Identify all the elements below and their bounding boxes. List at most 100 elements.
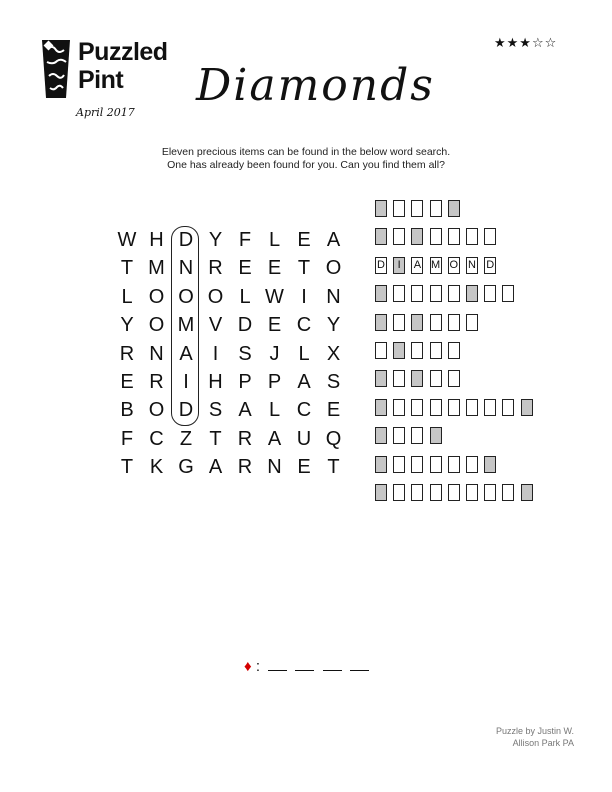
answer-box[interactable] xyxy=(411,313,424,331)
answer-box[interactable] xyxy=(375,484,387,501)
grid-letter: I xyxy=(183,371,189,393)
answer-box[interactable] xyxy=(447,285,460,303)
answer-box[interactable] xyxy=(466,484,478,501)
answer-box[interactable] xyxy=(447,484,460,501)
puzzled-pint-logo: Puzzled Pint April 2017 xyxy=(40,36,170,128)
answer-box[interactable] xyxy=(447,370,460,388)
answer-box[interactable] xyxy=(429,427,442,445)
answer-box[interactable] xyxy=(411,484,424,501)
answer-box[interactable] xyxy=(447,398,460,416)
answer-box[interactable] xyxy=(447,313,460,331)
answer-box[interactable] xyxy=(502,484,515,501)
answer-box[interactable] xyxy=(429,313,442,331)
answer-box[interactable] xyxy=(429,285,442,303)
answer-box[interactable] xyxy=(411,455,424,473)
answer-box[interactable] xyxy=(393,398,406,416)
answer-box-letter: I xyxy=(397,258,401,271)
grid-letter: T xyxy=(120,257,134,280)
answer-box[interactable] xyxy=(429,484,442,501)
answer-box[interactable] xyxy=(375,342,387,359)
answer-box[interactable] xyxy=(375,370,387,388)
answer-box[interactable] xyxy=(411,200,424,217)
answer-box[interactable] xyxy=(393,228,406,246)
answer-blank[interactable] xyxy=(349,658,369,671)
grid-letter: X xyxy=(326,342,341,365)
answer-box[interactable] xyxy=(429,398,442,416)
answer-box[interactable] xyxy=(375,228,387,246)
answer-box[interactable] xyxy=(393,427,406,445)
answer-blank[interactable] xyxy=(295,658,315,671)
grid-letter: A xyxy=(267,427,282,450)
grid-letter: O xyxy=(207,285,224,308)
answer-box[interactable] xyxy=(393,370,406,388)
grid-letter: Y xyxy=(120,314,134,337)
answer-box[interactable] xyxy=(375,200,387,217)
grid-letter: W xyxy=(265,285,284,308)
answer-box[interactable] xyxy=(466,285,478,303)
answer-box[interactable] xyxy=(375,455,387,473)
grid-letter: R xyxy=(149,371,164,393)
answer-box[interactable] xyxy=(447,342,460,359)
answer-box[interactable] xyxy=(393,484,406,501)
grid-letter: C xyxy=(296,314,312,337)
credit-location: Allison Park PA xyxy=(512,737,574,748)
answer-box[interactable] xyxy=(484,228,497,246)
answer-box[interactable] xyxy=(375,313,387,331)
answer-box[interactable] xyxy=(466,228,478,246)
answer-box[interactable] xyxy=(411,228,424,246)
grid-letter: H xyxy=(149,229,164,251)
answer-box[interactable] xyxy=(484,285,497,303)
grid-letter: E xyxy=(238,257,252,280)
answer-box[interactable] xyxy=(411,398,424,416)
answer-box-letter: D xyxy=(377,258,385,271)
logo-date: April 2017 xyxy=(76,106,135,119)
grid-letter: A xyxy=(297,371,311,393)
grid-letter: N xyxy=(326,285,341,308)
grid-letter: W xyxy=(117,229,137,251)
grid-letter: S xyxy=(326,371,341,393)
answer-box[interactable] xyxy=(411,342,424,359)
answer-box[interactable] xyxy=(429,455,442,473)
answer-box[interactable] xyxy=(393,342,406,359)
answer-box[interactable] xyxy=(502,398,515,416)
found-word-circle xyxy=(171,226,199,426)
answer-box[interactable] xyxy=(447,200,460,217)
answer-box[interactable] xyxy=(429,200,442,217)
answer-box[interactable] xyxy=(520,398,533,416)
answer-separator: : xyxy=(255,658,260,675)
answer-box[interactable] xyxy=(411,370,424,388)
grid-letter: C xyxy=(149,427,164,450)
grid-letter: L xyxy=(268,399,281,422)
answer-blank[interactable] xyxy=(322,658,342,671)
answer-box[interactable] xyxy=(520,484,533,501)
answer-box-letter: O xyxy=(449,258,459,271)
answer-box[interactable] xyxy=(375,398,387,416)
answer-box[interactable] xyxy=(429,370,442,388)
grid-letter: N xyxy=(149,342,164,365)
grid-letter: E xyxy=(267,314,282,337)
grid-letter: E xyxy=(120,371,134,393)
answer-box[interactable] xyxy=(429,228,442,246)
answer-box[interactable] xyxy=(393,313,406,331)
answer-box[interactable] xyxy=(484,398,497,416)
answer-box[interactable] xyxy=(466,313,478,331)
grid-letter: A xyxy=(179,342,193,365)
answer-box[interactable] xyxy=(375,427,387,445)
answer-box[interactable] xyxy=(393,455,406,473)
answer-box[interactable] xyxy=(484,484,497,501)
answer-box[interactable] xyxy=(375,285,387,303)
answer-box[interactable] xyxy=(411,427,424,445)
answer-box[interactable] xyxy=(393,200,406,217)
answer-box[interactable] xyxy=(466,398,478,416)
answer-box[interactable] xyxy=(502,285,515,303)
answer-box[interactable] xyxy=(447,455,460,473)
answer-box[interactable] xyxy=(429,342,442,359)
grid-letter: N xyxy=(178,257,194,280)
answer-blank[interactable] xyxy=(268,658,288,671)
answer-box[interactable] xyxy=(484,455,497,473)
answer-box[interactable] xyxy=(447,228,460,246)
answer-box[interactable] xyxy=(466,455,478,473)
answer-box[interactable] xyxy=(393,285,406,303)
grid-letter: D xyxy=(178,229,194,251)
answer-box[interactable] xyxy=(411,285,424,303)
